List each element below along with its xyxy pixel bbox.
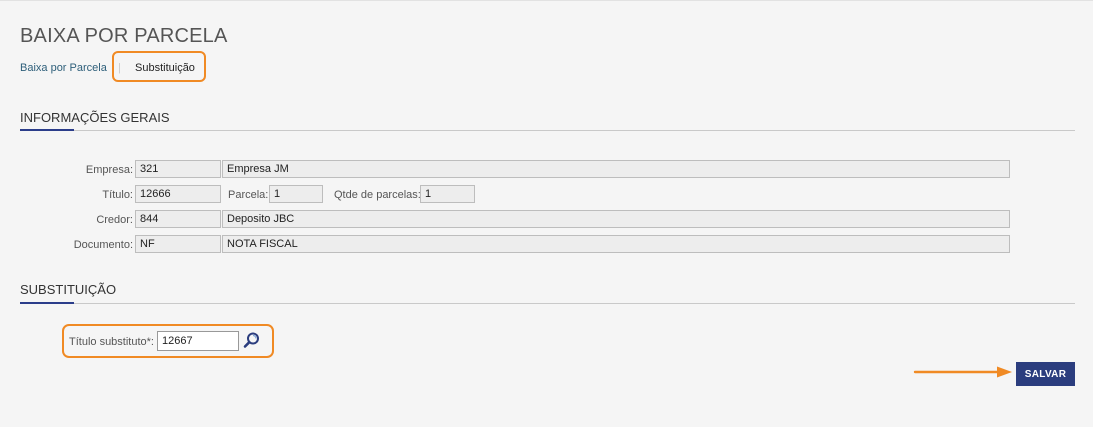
page-title: BAIXA POR PARCELA (20, 25, 228, 47)
qtde-parcelas-label: Qtde de parcelas: (334, 189, 421, 201)
section-divider-substitution (20, 303, 1075, 304)
titulo-substituto-label: Título substituto*: (69, 336, 154, 348)
save-button[interactable]: SALVAR (1016, 362, 1075, 386)
parcela-field: 1 (269, 185, 323, 203)
titulo-substituto-input[interactable]: 12667 (157, 331, 239, 351)
section-accent-substitution (20, 302, 74, 304)
credor-code-field: 844 (135, 210, 221, 228)
empresa-label: Empresa: (85, 164, 133, 176)
documento-code-field: NF (135, 235, 221, 253)
parcela-label: Parcela: (228, 189, 269, 201)
search-icon[interactable] (243, 331, 261, 349)
empresa-code-field: 321 (135, 160, 221, 178)
titulo-field: 12666 (135, 185, 221, 203)
credor-name-field: Deposito JBC (222, 210, 1010, 228)
arrow-pointer-icon (913, 366, 1012, 378)
highlight-breadcrumb-current (112, 51, 206, 82)
section-title-general: INFORMAÇÕES GERAIS (20, 110, 170, 125)
section-accent-general (20, 129, 74, 131)
empresa-name-field: Empresa JM (222, 160, 1010, 178)
documento-name-field: NOTA FISCAL (222, 235, 1010, 253)
qtde-parcelas-field: 1 (420, 185, 475, 203)
titulo-label: Título: (102, 189, 133, 201)
top-divider (0, 0, 1093, 1)
documento-label: Documento: (73, 239, 133, 251)
section-title-substitution: SUBSTITUIÇÃO (20, 282, 117, 297)
breadcrumb-link-baixa-por-parcela[interactable]: Baixa por Parcela (20, 62, 107, 74)
credor-label: Credor: (96, 214, 133, 226)
section-divider-general (20, 130, 1075, 131)
